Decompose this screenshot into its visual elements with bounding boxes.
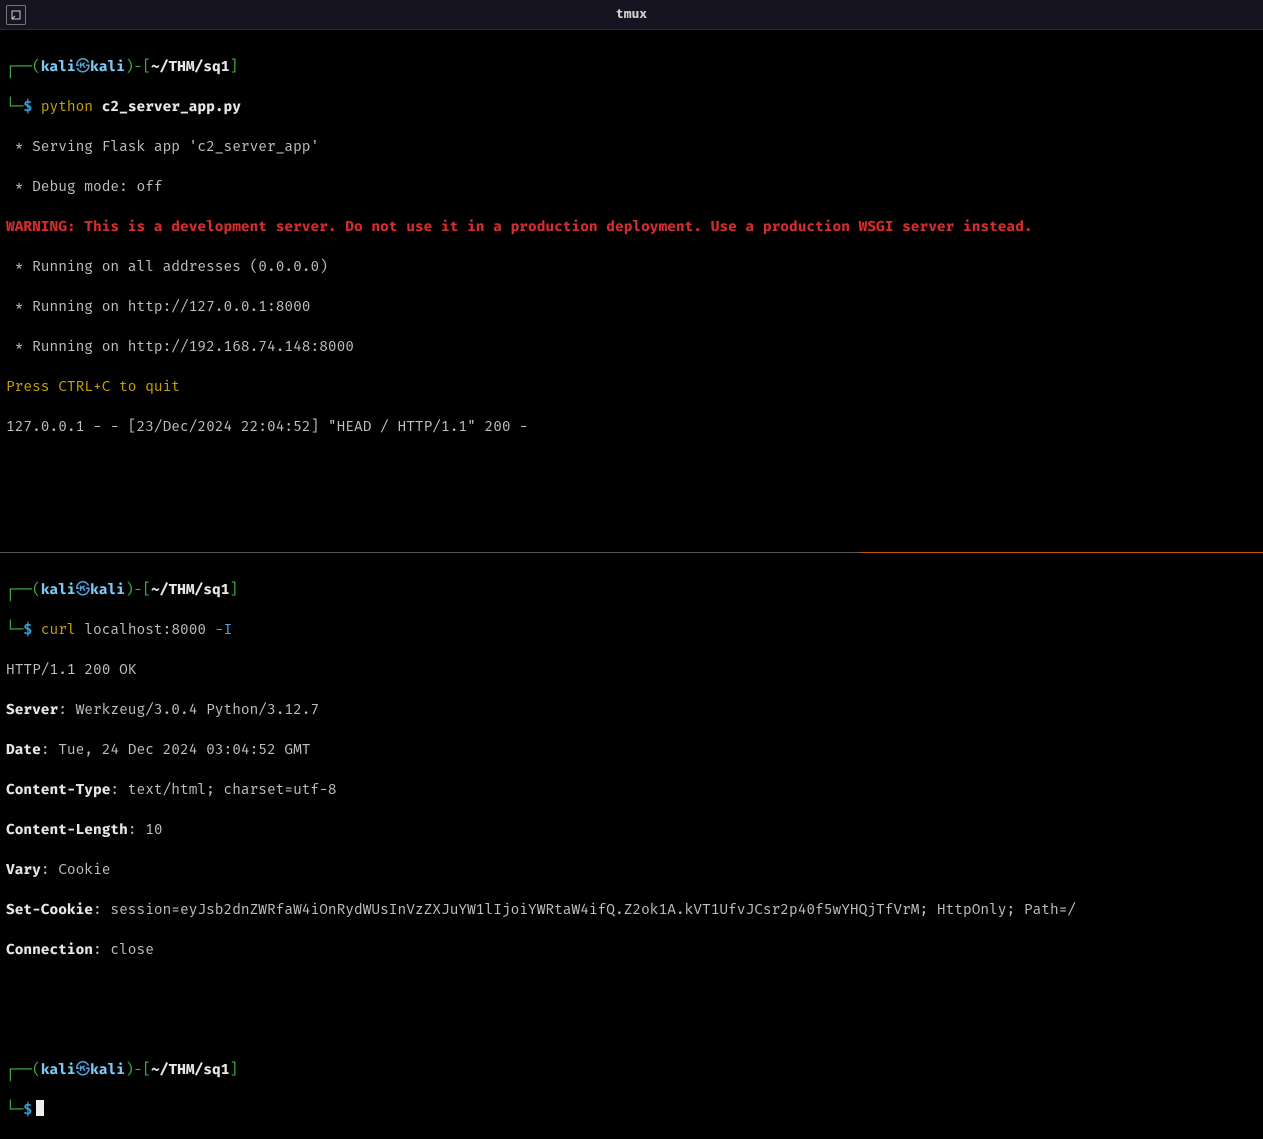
- prompt-path: ~/THM/sq1: [151, 57, 229, 75]
- http-header-val: : Tue, 24 Dec 2024 03:04:52 GMT: [41, 740, 311, 758]
- http-header-val: : close: [93, 940, 154, 958]
- http-header-key: Content-Type: [6, 780, 110, 798]
- http-header-key: Server: [6, 700, 58, 718]
- prompt-user: kali: [41, 57, 76, 75]
- http-header-key: Connection: [6, 940, 93, 958]
- tmux-pane-top[interactable]: ┌──(kali㉿kali)-[~/THM/sq1] └─$ python c2…: [0, 30, 1263, 456]
- command-arg: localhost:8000: [84, 620, 206, 638]
- prompt-user: kali: [41, 1060, 76, 1078]
- flask-access-log: 127.0.0.1 - - [23/Dec/2024 22:04:52] "HE…: [6, 416, 1257, 436]
- flask-running-line: * Running on http://192.168.74.148:8000: [6, 336, 1257, 356]
- flask-warning: WARNING: This is a development server. D…: [6, 216, 1257, 236]
- http-header-val: : Cookie: [41, 860, 111, 878]
- flask-quit-hint: Press CTRL+C to quit: [6, 376, 1257, 396]
- http-header-key: Vary: [6, 860, 41, 878]
- http-header-val: : Werkzeug/3.0.4 Python/3.12.7: [58, 700, 319, 718]
- http-status-line: HTTP/1.1 200 OK: [6, 659, 1257, 679]
- flask-running-line: * Running on http://127.0.0.1:8000: [6, 296, 1257, 316]
- prompt-host: kali: [90, 580, 125, 598]
- terminal-cursor[interactable]: [36, 1100, 44, 1116]
- flask-running-line: * Running on all addresses (0.0.0.0): [6, 256, 1257, 276]
- window-title: tmux: [0, 6, 1263, 24]
- terminal-icon: [6, 5, 26, 25]
- command-arg: c2_server_app.py: [102, 97, 241, 115]
- command-flag: -I: [215, 620, 232, 638]
- prompt-symbol: $: [23, 620, 32, 638]
- prompt-symbol: $: [23, 97, 32, 115]
- command-program: curl: [41, 620, 76, 638]
- flask-output-line: * Debug mode: off: [6, 176, 1257, 196]
- http-header-key: Date: [6, 740, 41, 758]
- prompt-path: ~/THM/sq1: [151, 580, 229, 598]
- http-header-val: : 10: [128, 820, 163, 838]
- http-header-val: : text/html; charset=utf-8: [110, 780, 336, 798]
- prompt-host: kali: [90, 1060, 125, 1078]
- prompt-path: ~/THM/sq1: [151, 1060, 229, 1078]
- prompt-user: kali: [41, 580, 76, 598]
- pane-spacer: [0, 456, 1263, 546]
- command-program: python: [41, 97, 93, 115]
- http-header-key: Content-Length: [6, 820, 128, 838]
- prompt-symbol: $: [23, 1100, 32, 1118]
- tmux-pane-bottom[interactable]: ┌──(kali㉿kali)-[~/THM/sq1] └─$ curl loca…: [0, 553, 1263, 1139]
- http-header-val: : session=eyJsb2dnZWRfaW4iOnRydWUsInVzZX…: [93, 900, 1076, 918]
- window-titlebar: tmux: [0, 0, 1263, 30]
- prompt-host: kali: [90, 57, 125, 75]
- http-header-key: Set-Cookie: [6, 900, 93, 918]
- flask-output-line: * Serving Flask app 'c2_server_app': [6, 136, 1257, 156]
